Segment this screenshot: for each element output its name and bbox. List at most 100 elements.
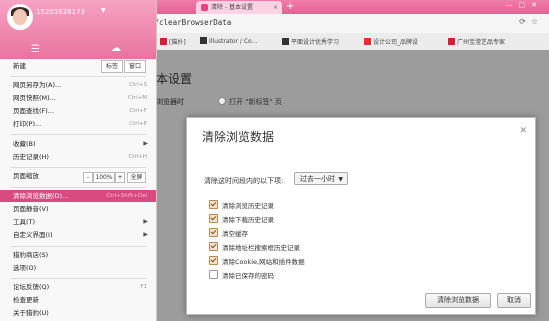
bookmark-label: 平面设计优秀学习 [291, 39, 340, 46]
bookmark-item[interactable]: 广州宝滢艺品专家 [448, 37, 505, 46]
startup-option[interactable]: 打开 "新标签" 页 [218, 97, 282, 107]
menu-item-label: 关于猎豹(U) [13, 309, 49, 317]
cancel-button[interactable]: 取消 [497, 293, 531, 308]
menu-item-snapshot[interactable]: 网页快照(M)... Ctrl+M [0, 92, 156, 104]
option-label: 清空缓存 [222, 230, 248, 238]
tab-close-icon[interactable]: × [273, 1, 278, 14]
avatar-face [13, 9, 27, 25]
time-range-select[interactable]: 过去一小时 ▼ [294, 172, 348, 185]
hamburger-menu-icon[interactable]: ☰ [31, 44, 40, 55]
new-tab-button[interactable]: 标签 [101, 60, 123, 73]
menu-item-label: 清除浏览数据(D)... [13, 192, 69, 200]
menu-item-label: 工具(T) [13, 218, 36, 226]
menu-item-label: 自定义界面(I) [13, 231, 53, 239]
clear-option[interactable]: 清除下载历史记录 [209, 214, 274, 224]
browser-tab[interactable]: 清除 - 基本设置 × [196, 1, 282, 14]
new-window-button[interactable]: 窗口 [124, 60, 146, 73]
checkbox[interactable] [209, 214, 218, 223]
bookmark-item[interactable]: Illustrator / Co... [200, 37, 257, 45]
menu-header: 15201628173 ▼ ☰ ☁ [0, 0, 156, 59]
menu-item-shortcut: Ctrl+F [129, 108, 147, 114]
main-menu: 15201628173 ▼ ☰ ☁ 新建 标签 窗口 网页另存为(A)... Ct… [0, 0, 157, 321]
bookmark-label: Illustrator / Co... [209, 38, 258, 45]
menu-item-clear-data[interactable]: 清除浏览数据(D)... Ctrl+Shift+Del [0, 190, 156, 202]
checkbox[interactable] [209, 256, 218, 265]
menu-item-shortcut: Ctrl+H [128, 154, 147, 160]
option-label: 清除Cookie,网站和插件数据 [222, 258, 305, 266]
page-title: 本设置 [156, 72, 193, 86]
menu-separator [10, 278, 146, 279]
bookmark-favicon-icon [282, 38, 289, 45]
bookmark-item[interactable]: 设计公司_品牌设 [364, 37, 418, 46]
clear-option[interactable]: 清除地址栏搜索框历史记录 [209, 242, 300, 252]
chevron-down-icon[interactable]: ▼ [101, 7, 106, 14]
checkbox[interactable] [209, 242, 218, 251]
chevron-down-icon: ▼ [338, 176, 343, 183]
bookmark-favicon-icon [448, 38, 455, 45]
menu-separator [10, 187, 146, 188]
close-icon[interactable]: ✕ [519, 126, 527, 136]
radio-icon[interactable] [218, 97, 226, 105]
time-range-value: 过去一小时 [300, 175, 335, 183]
clear-option[interactable]: 清除已保存的密码 [209, 270, 274, 280]
option-label: 清除浏览历史记录 [222, 202, 274, 210]
menu-item-label: 检查更新 [13, 296, 39, 304]
dialog-title: 清除浏览数据 [202, 130, 275, 144]
menu-item-about[interactable]: 关于猎豹(U) [0, 307, 156, 319]
zoom-label: 页面缩放 [13, 172, 39, 180]
menu-item-label: 页面静音(V) [13, 205, 49, 213]
menu-item-update[interactable]: 检查更新 [0, 294, 156, 306]
bookmark-item[interactable]: 平面设计优秀学习 [282, 37, 339, 46]
menu-item-save-as[interactable]: 网页另存为(A)... Ctrl+S [0, 79, 156, 91]
menu-item-label: 收藏(B) [13, 140, 36, 148]
bookmark-item[interactable]: [猫扑] [160, 37, 186, 46]
address-bar-icons[interactable]: ⟳☆ [519, 17, 543, 26]
option-label: 清除已保存的密码 [222, 272, 274, 280]
option-label: 清除下载历史记录 [222, 216, 274, 224]
checkbox[interactable] [209, 228, 218, 237]
menu-item-store[interactable]: 猎豹商店(S) [0, 249, 156, 261]
submenu-arrow-icon: ▶ [143, 218, 148, 225]
menu-item-history[interactable]: 历史记录(H) Ctrl+H [0, 151, 156, 163]
bookmark-favicon-icon [364, 38, 371, 45]
avatar[interactable] [7, 4, 33, 30]
menu-item-customize[interactable]: 自定义界面(I) ▶ [0, 229, 156, 241]
menu-item-feedback[interactable]: 论坛反馈(Q) F1 [0, 281, 156, 293]
bookmark-label: 设计公司_品牌设 [373, 39, 419, 46]
clear-option[interactable]: 清除Cookie,网站和插件数据 [209, 256, 305, 266]
checkbox[interactable] [209, 270, 218, 279]
cloud-sync-icon[interactable]: ☁ [111, 43, 121, 54]
menu-item-tools[interactable]: 工具(T) ▶ [0, 216, 156, 228]
zoom-in-button[interactable]: + [115, 172, 125, 183]
checkbox[interactable] [209, 200, 218, 209]
zoom-out-button[interactable]: - [83, 172, 93, 183]
menu-item-label: 猎豹商店(S) [13, 251, 49, 259]
menu-item-label: 页面查找(F)... [13, 107, 55, 115]
menu-item-label: 网页快照(M)... [13, 94, 56, 102]
menu-item-print[interactable]: 打印(P)... Ctrl+P [0, 118, 156, 130]
menu-new-label: 新建 [13, 62, 26, 70]
menu-item-label: 网页另存为(A)... [13, 81, 62, 89]
new-tab-plus-icon[interactable]: + [286, 0, 294, 14]
menu-item-shortcut: F1 [140, 284, 147, 290]
clear-data-button[interactable]: 清除浏览数据 [425, 293, 491, 308]
menu-item-mute[interactable]: 页面静音(V) [0, 203, 156, 215]
menu-separator [10, 76, 146, 77]
clear-option[interactable]: 清空缓存 [209, 228, 248, 238]
clear-data-dialog: 清除浏览数据 ✕ 清除这时间段内的以下项: 过去一小时 ▼ 清除浏览历史记录 清… [186, 117, 536, 315]
tab-favicon-icon [201, 4, 208, 11]
clear-option[interactable]: 清除浏览历史记录 [209, 200, 274, 210]
url-text[interactable]: a/clearBrowserData [150, 18, 231, 27]
submenu-arrow-icon: ▶ [143, 231, 148, 238]
menu-item-label: 历史记录(H) [13, 153, 49, 161]
window-controls[interactable]: —▢✕ [506, 1, 543, 9]
menu-item-shortcut: Ctrl+Shift+Del [106, 193, 147, 199]
menu-item-favorites[interactable]: 收藏(B) ▶ [0, 138, 156, 150]
menu-item-shortcut: Ctrl+P [129, 121, 147, 127]
username[interactable]: 15201628173 [36, 8, 85, 16]
menu-item-options[interactable]: 选项(O) [0, 262, 156, 274]
menu-item-shortcut: Ctrl+M [127, 95, 147, 101]
fullscreen-button[interactable]: 全屏 [127, 172, 146, 183]
menu-item-find[interactable]: 页面查找(F)... Ctrl+F [0, 105, 156, 117]
bookmark-favicon-icon [200, 37, 207, 44]
